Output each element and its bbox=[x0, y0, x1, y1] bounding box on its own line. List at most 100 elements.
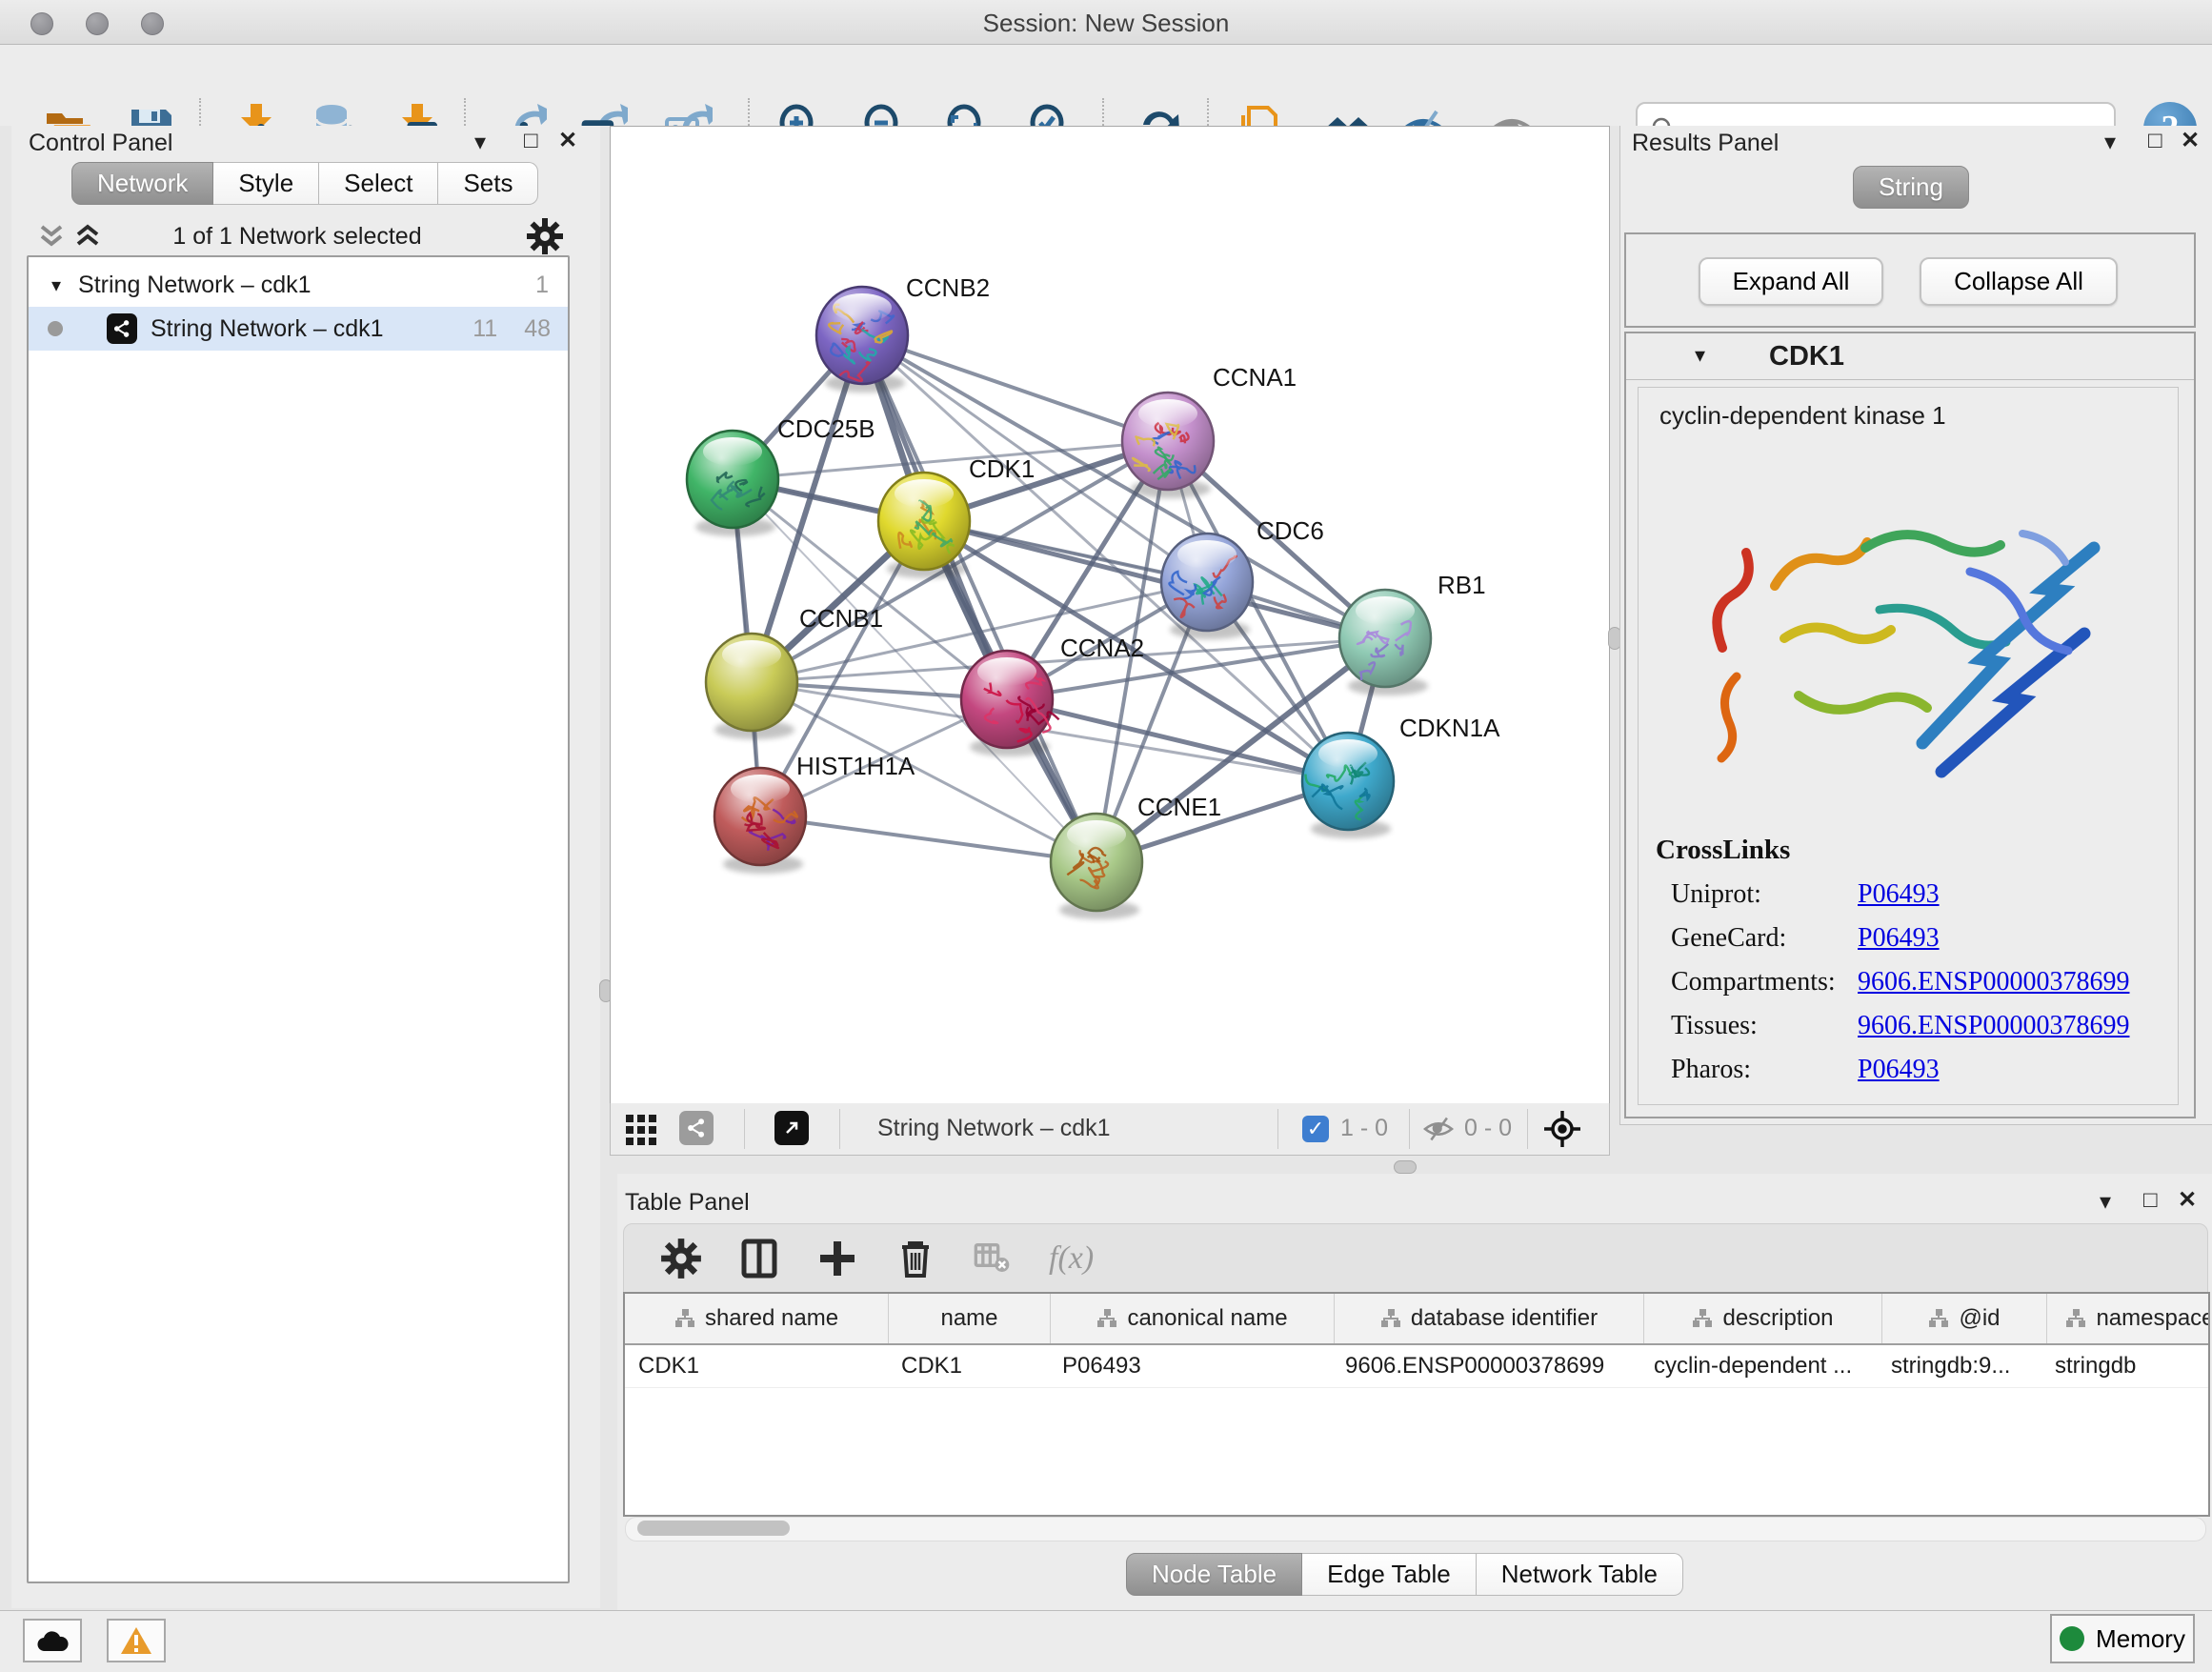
table-cell[interactable]: stringdb bbox=[2041, 1345, 2210, 1387]
edge-HIST1H1A-CCNE1[interactable] bbox=[760, 816, 1096, 862]
tab-edge-table[interactable]: Edge Table bbox=[1302, 1553, 1477, 1596]
main-toolbar: ? bbox=[0, 45, 2212, 127]
column-header-description[interactable]: description bbox=[1644, 1294, 1882, 1343]
network-view-title: String Network – cdk1 bbox=[877, 1115, 1111, 1142]
node-CDKN1A[interactable] bbox=[1302, 733, 1394, 838]
add-column-icon[interactable] bbox=[816, 1238, 858, 1279]
crosslink-link[interactable]: P06493 bbox=[1858, 879, 1940, 910]
table-cell[interactable]: CDK1 bbox=[625, 1345, 888, 1387]
results-panel-close-button[interactable]: ✕ bbox=[2181, 130, 2200, 152]
collection-expander-icon[interactable]: ▾ bbox=[51, 273, 61, 297]
crosslink-row: Compartments:9606.ENSP00000378699 bbox=[1671, 967, 2178, 997]
table-settings-gear-icon[interactable] bbox=[660, 1238, 702, 1279]
footer-separator bbox=[1277, 1109, 1278, 1149]
node-label-HIST1H1A: HIST1H1A bbox=[796, 752, 915, 780]
control-panel-maximize-button[interactable]: □ bbox=[524, 130, 538, 152]
function-builder-icon[interactable]: f(x) bbox=[1049, 1240, 1094, 1277]
tab-network[interactable]: Network bbox=[71, 162, 213, 205]
column-network-icon bbox=[674, 1308, 695, 1329]
network-collection-row[interactable]: ▾ String Network – cdk1 1 bbox=[29, 263, 568, 307]
open-in-window-icon[interactable] bbox=[774, 1111, 809, 1145]
crosslink-label: GeneCard: bbox=[1671, 923, 1858, 954]
tab-node-table[interactable]: Node Table bbox=[1126, 1553, 1302, 1596]
column-header-namespace[interactable]: namespace bbox=[2047, 1294, 2210, 1343]
table-cell[interactable]: 9606.ENSP00000378699 bbox=[1332, 1345, 1640, 1387]
node-gloss bbox=[833, 293, 892, 322]
table-cell[interactable]: P06493 bbox=[1049, 1345, 1332, 1387]
gene-expander-icon[interactable]: ▾ bbox=[1695, 343, 1705, 368]
grid-view-icon[interactable] bbox=[626, 1115, 658, 1145]
table-cell[interactable]: stringdb:9... bbox=[1878, 1345, 2041, 1387]
network-options-gear-icon[interactable] bbox=[526, 217, 564, 255]
node-RB1[interactable] bbox=[1339, 590, 1431, 695]
table-panel: Table Panel ▾ □ ✕ f(x) shared namenameca… bbox=[617, 1174, 2212, 1610]
tab-select[interactable]: Select bbox=[319, 162, 438, 205]
birds-eye-crosshair-icon[interactable] bbox=[1542, 1109, 1582, 1149]
node-CDK1[interactable] bbox=[878, 473, 970, 578]
crosslink-link[interactable]: P06493 bbox=[1858, 923, 1940, 954]
scrollbar-thumb[interactable] bbox=[637, 1521, 790, 1536]
node-gloss bbox=[977, 657, 1036, 686]
results-buttons-box: Expand All Collapse All bbox=[1624, 232, 2196, 328]
footer-separator bbox=[1409, 1109, 1410, 1149]
tab-network-table[interactable]: Network Table bbox=[1477, 1553, 1683, 1596]
collapse-all-tree-icon[interactable] bbox=[38, 221, 105, 252]
hidden-eye-icon[interactable] bbox=[1422, 1116, 1455, 1142]
warning-status-button[interactable] bbox=[107, 1619, 166, 1662]
column-header-name[interactable]: name bbox=[889, 1294, 1051, 1343]
delete-column-trash-icon[interactable] bbox=[895, 1238, 936, 1279]
network-view-canvas[interactable]: CCNB2CCNA1CDC25BCDK1CDC6RB1CCNB1CCNA2CDK… bbox=[610, 126, 1610, 1105]
table-row[interactable]: CDK1CDK1P064939606.ENSP00000378699cyclin… bbox=[625, 1345, 2208, 1388]
node-HIST1H1A[interactable] bbox=[714, 768, 806, 874]
gene-symbol: CDK1 bbox=[1769, 341, 1844, 373]
protein-structure-image bbox=[1684, 457, 2132, 810]
memory-label: Memory bbox=[2096, 1624, 2185, 1654]
table-toolbar: f(x) bbox=[623, 1223, 2208, 1294]
network-row-selected[interactable]: String Network – cdk1 11 48 bbox=[29, 307, 568, 351]
memory-button[interactable]: Memory bbox=[2050, 1614, 2195, 1663]
column-header-@id[interactable]: @id bbox=[1882, 1294, 2047, 1343]
delete-table-icon[interactable] bbox=[973, 1238, 1011, 1279]
gene-description: cyclin-dependent kinase 1 bbox=[1639, 388, 2178, 431]
expand-all-button[interactable]: Expand All bbox=[1699, 257, 1883, 306]
node-gloss bbox=[703, 437, 762, 466]
table-panel-float-button[interactable]: ▾ bbox=[2100, 1191, 2111, 1214]
tab-string[interactable]: String bbox=[1853, 166, 1969, 209]
node-CCNA1[interactable] bbox=[1122, 393, 1214, 498]
crosslink-link[interactable]: 9606.ENSP00000378699 bbox=[1858, 1011, 2129, 1041]
crosslink-link[interactable]: 9606.ENSP00000378699 bbox=[1858, 967, 2129, 997]
selected-checkbox-icon[interactable]: ✓ bbox=[1302, 1116, 1329, 1142]
network-tree: ▾ String Network – cdk1 1 String Network… bbox=[27, 255, 570, 1583]
network-share-view-icon[interactable] bbox=[679, 1111, 714, 1145]
show-columns-icon[interactable] bbox=[738, 1238, 780, 1279]
table-cell[interactable]: CDK1 bbox=[888, 1345, 1049, 1387]
column-header-database-identifier[interactable]: database identifier bbox=[1335, 1294, 1644, 1343]
column-header-canonical-name[interactable]: canonical name bbox=[1051, 1294, 1335, 1343]
table-panel-close-button[interactable]: ✕ bbox=[2178, 1189, 2197, 1212]
results-panel-float-button[interactable]: ▾ bbox=[2104, 131, 2116, 154]
network-label: String Network – cdk1 bbox=[151, 315, 384, 343]
crosslink-link[interactable]: P06493 bbox=[1858, 1055, 1940, 1085]
column-header-shared-name[interactable]: shared name bbox=[625, 1294, 889, 1343]
crosslinks-heading: CrossLinks bbox=[1656, 835, 2178, 866]
cloud-status-button[interactable] bbox=[23, 1619, 82, 1662]
collapse-all-button[interactable]: Collapse All bbox=[1920, 257, 2118, 306]
window-title: Session: New Session bbox=[0, 9, 2212, 38]
node-CCNB1[interactable] bbox=[706, 634, 797, 739]
control-panel-float-button[interactable]: ▾ bbox=[474, 131, 486, 154]
control-panel-close-button[interactable]: ✕ bbox=[558, 130, 577, 152]
titlebar: Session: New Session bbox=[0, 0, 2212, 45]
results-panel-maximize-button[interactable]: □ bbox=[2148, 130, 2162, 152]
node-CDC25B[interactable] bbox=[687, 431, 778, 536]
table-cell[interactable]: cyclin-dependent ... bbox=[1640, 1345, 1878, 1387]
node-CCNE1[interactable] bbox=[1051, 814, 1142, 919]
table-panel-maximize-button[interactable]: □ bbox=[2143, 1189, 2158, 1212]
tab-sets[interactable]: Sets bbox=[438, 162, 538, 205]
tab-style[interactable]: Style bbox=[213, 162, 319, 205]
node-CCNB2[interactable] bbox=[816, 287, 908, 393]
node-label-CDC25B: CDC25B bbox=[777, 414, 875, 443]
column-network-icon bbox=[1380, 1308, 1401, 1329]
column-network-icon bbox=[1692, 1308, 1713, 1329]
node-label-CDKN1A: CDKN1A bbox=[1399, 714, 1500, 742]
bottom-splitter-handle[interactable] bbox=[1394, 1160, 1417, 1174]
